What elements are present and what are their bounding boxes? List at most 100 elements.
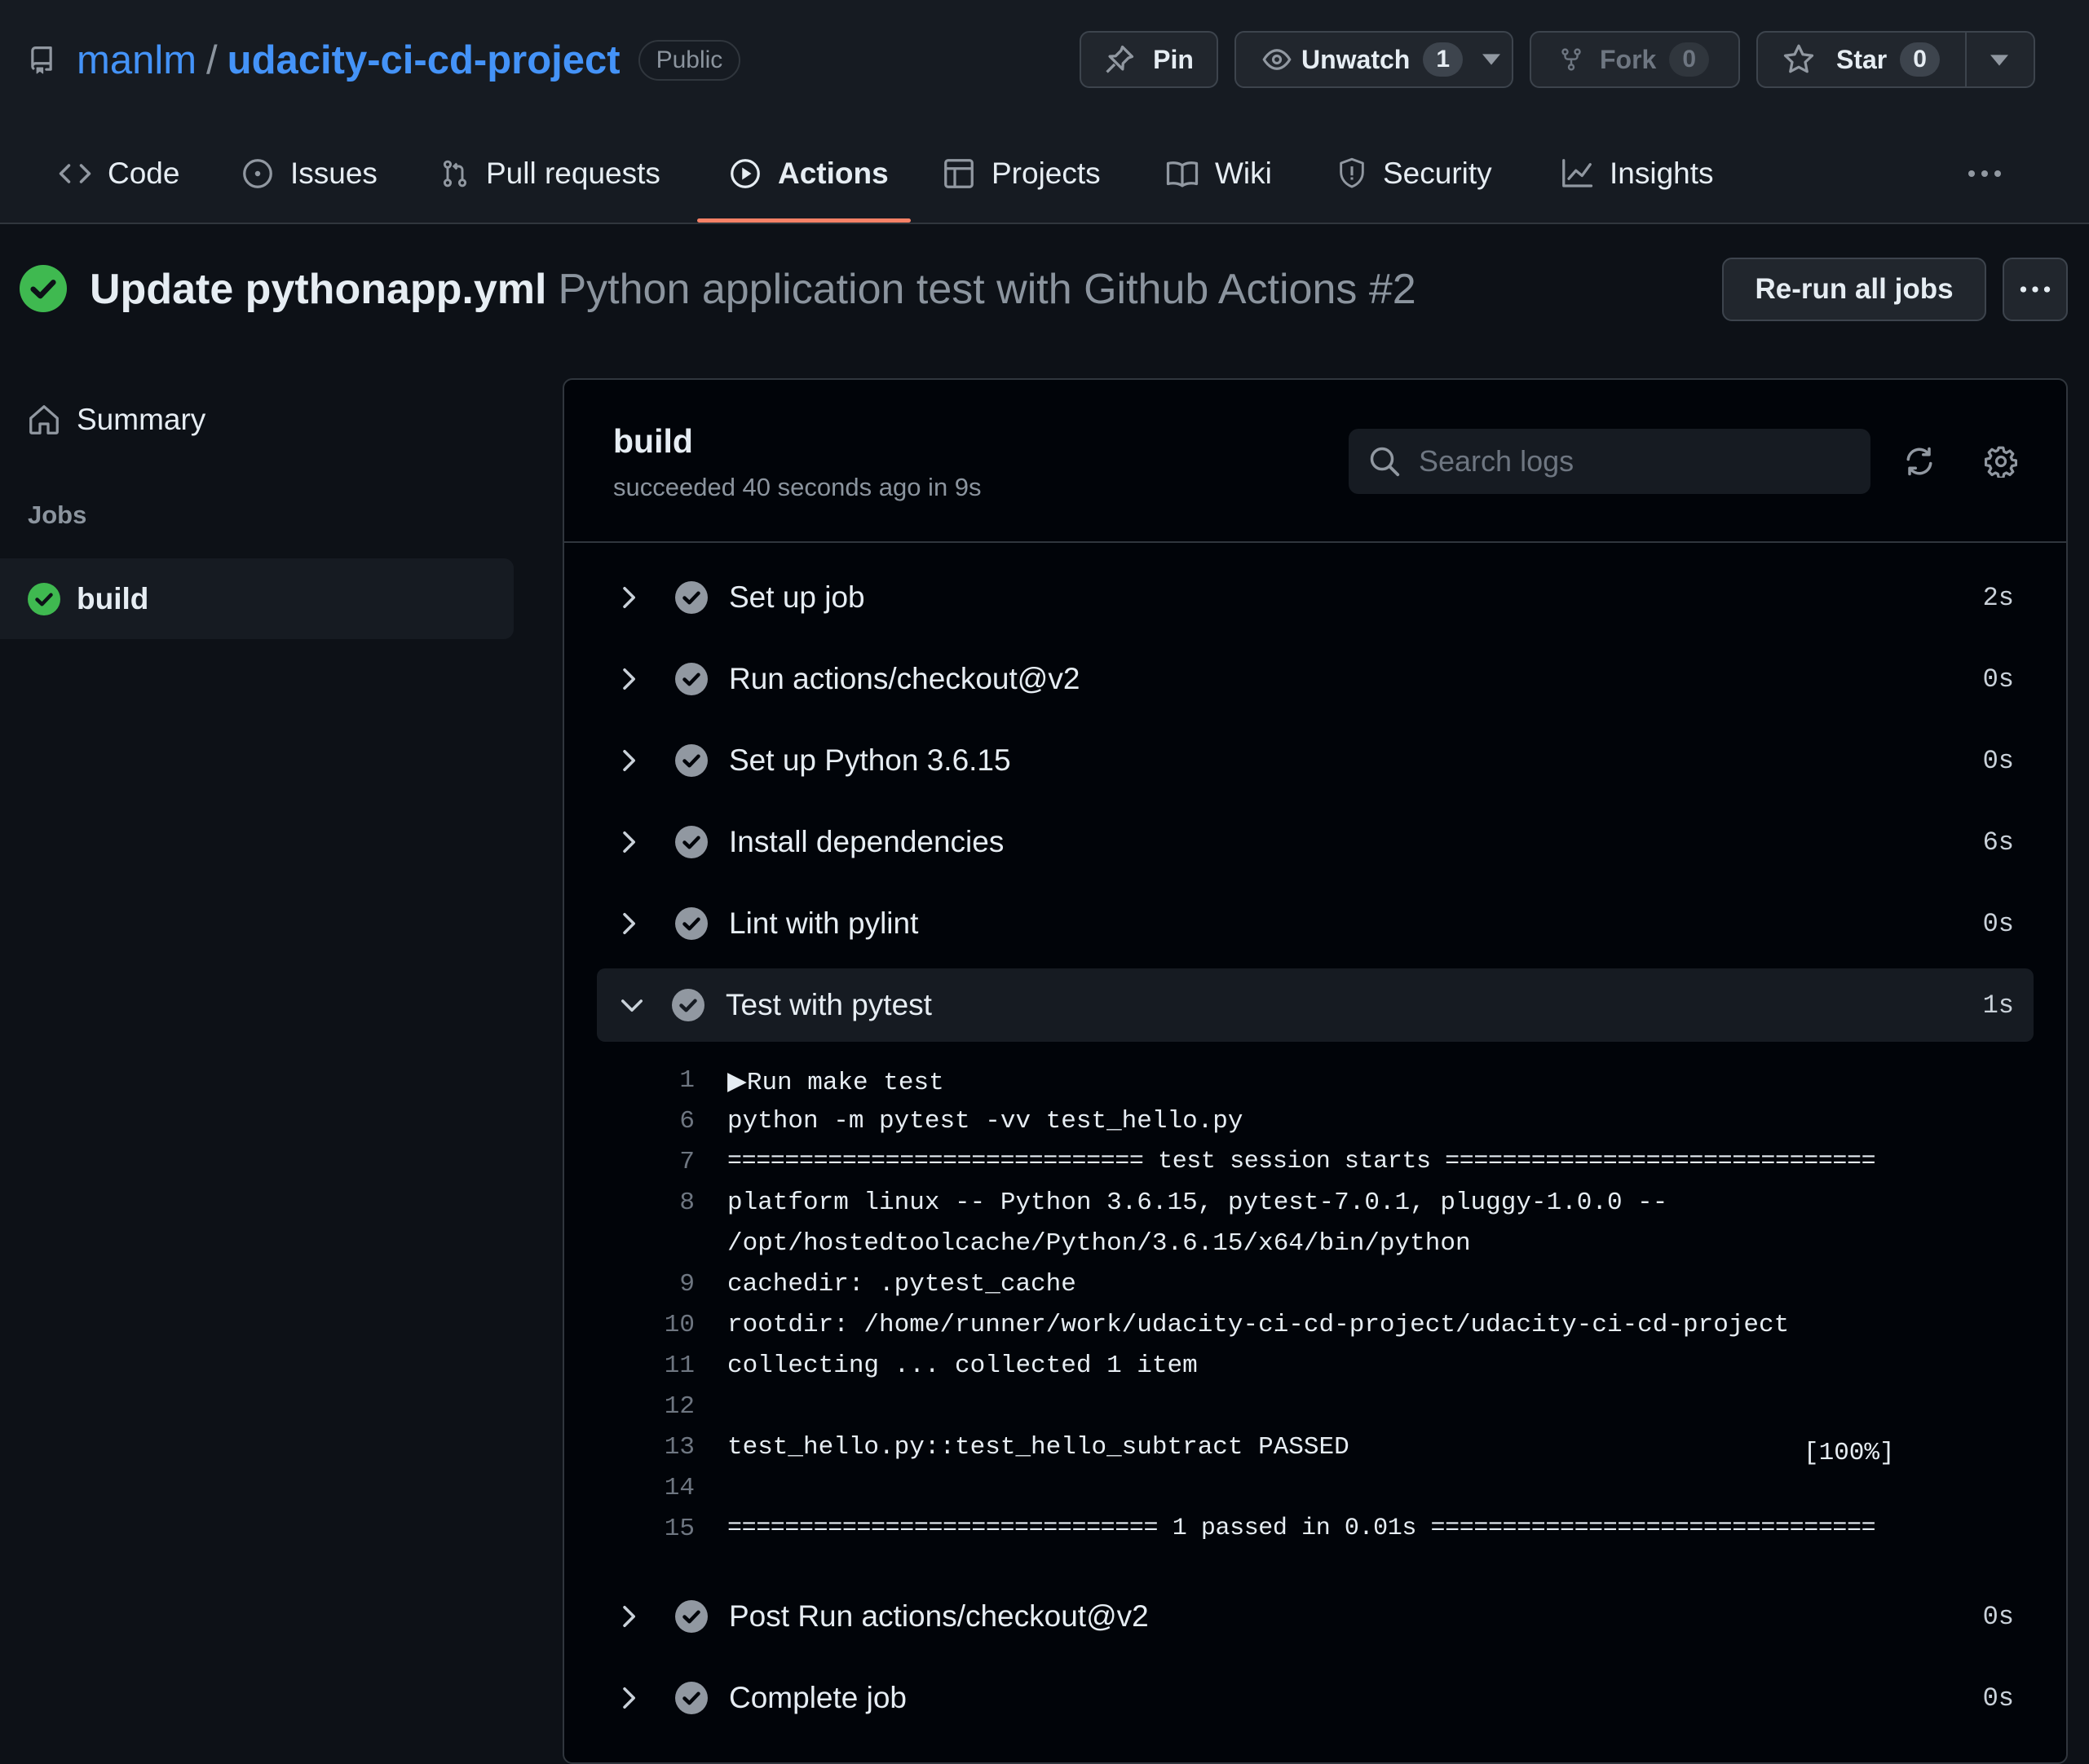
check-circle-icon xyxy=(675,581,708,614)
step-row[interactable]: Run actions/checkout@v2 0s xyxy=(597,642,2034,716)
tab-projects[interactable]: Projects xyxy=(943,147,1101,201)
step-row-expanded[interactable]: Test with pytest 1s xyxy=(597,968,2034,1042)
step-name: Set up job xyxy=(729,580,865,614)
book-icon xyxy=(1166,159,1199,188)
step-duration: 0s xyxy=(1982,1601,2014,1632)
tab-projects-label: Projects xyxy=(992,157,1101,190)
tab-insights[interactable]: Insights xyxy=(1561,147,1714,201)
log-line-number[interactable]: 13 xyxy=(636,1433,695,1474)
repo-name-link[interactable]: udacity-ci-cd-project xyxy=(227,37,621,83)
log-line: 13 test_hello.py::test_hello_subtract PA… xyxy=(636,1433,1349,1474)
tab-issues-label: Issues xyxy=(290,157,378,190)
visibility-badge: Public xyxy=(638,40,741,81)
log-line-number[interactable]: 1 xyxy=(636,1066,695,1107)
log-line-number[interactable]: 14 xyxy=(636,1474,695,1515)
log-line-text: test_hello.py::test_hello_subtract PASSE… xyxy=(727,1433,1349,1462)
star-button-label[interactable]: Star xyxy=(1836,45,1887,75)
fork-button[interactable]: Fork 0 xyxy=(1530,31,1740,88)
kebab-horizontal-icon xyxy=(1967,160,2003,187)
more-tabs-button[interactable] xyxy=(1967,160,2003,192)
log-line-number[interactable]: 6 xyxy=(636,1107,695,1148)
forks-count: 0 xyxy=(1669,42,1710,77)
check-circle-icon xyxy=(675,1600,708,1633)
check-circle-icon xyxy=(672,989,704,1021)
run-more-button[interactable] xyxy=(2003,258,2068,321)
log-line-text: collecting ... collected 1 item xyxy=(727,1352,1198,1380)
tab-code[interactable]: Code xyxy=(59,147,179,201)
tab-pull-requests-label: Pull requests xyxy=(486,157,660,190)
fork-button-label: Fork xyxy=(1600,44,1657,74)
sidebar-jobs-heading: Jobs xyxy=(28,501,87,529)
log-line-number[interactable]: 12 xyxy=(636,1392,695,1433)
unwatch-button[interactable]: Unwatch 1 xyxy=(1234,31,1513,88)
tab-issues[interactable]: Issues xyxy=(241,147,378,201)
log-line-continuation: /opt/hostedtoolcache/Python/3.6.15/x64/b… xyxy=(727,1229,1471,1258)
shield-icon xyxy=(1337,157,1367,190)
step-row[interactable]: Set up Python 3.6.15 0s xyxy=(597,724,2034,797)
refresh-button[interactable] xyxy=(1898,440,1941,483)
log-line: 1 ▶Run make test xyxy=(636,1066,944,1107)
check-circle-icon xyxy=(675,1682,708,1714)
rerun-all-jobs-button[interactable]: Re-run all jobs xyxy=(1722,258,1986,321)
log-line: 15 ============================== 1 pass… xyxy=(636,1515,1876,1555)
graph-icon xyxy=(1561,158,1593,189)
tab-security-label: Security xyxy=(1383,157,1492,190)
code-icon xyxy=(59,161,91,186)
step-name: Install dependencies xyxy=(729,825,1005,858)
chevron-right-icon xyxy=(620,748,647,773)
log-line-number[interactable]: 15 xyxy=(636,1515,695,1555)
step-row[interactable]: Install dependencies 6s xyxy=(597,805,2034,879)
run-title: Update pythonapp.yml Python application … xyxy=(90,261,1416,318)
search-logs-input[interactable] xyxy=(1417,443,1844,479)
tab-actions[interactable]: Actions xyxy=(729,147,889,201)
tab-wiki-label: Wiki xyxy=(1215,157,1272,190)
kebab-horizontal-icon xyxy=(2019,277,2051,302)
settings-button[interactable] xyxy=(1980,440,2022,483)
sidebar-item-build[interactable]: build xyxy=(0,558,514,639)
log-line-number[interactable]: 10 xyxy=(636,1311,695,1352)
sidebar-item-summary[interactable]: Summary xyxy=(28,393,205,447)
log-line-number[interactable]: 7 xyxy=(636,1148,695,1188)
pin-button[interactable]: Pin xyxy=(1080,31,1218,88)
pin-button-label: Pin xyxy=(1153,44,1194,74)
log-group-toggle[interactable]: ▶Run make test xyxy=(727,1066,944,1107)
log-line-text: ============================= test sessi… xyxy=(727,1148,1876,1175)
star-list-caret-icon[interactable] xyxy=(1990,55,2008,66)
log-line-number[interactable]: 11 xyxy=(636,1352,695,1392)
step-row[interactable]: Complete job 0s xyxy=(597,1661,2034,1735)
sidebar-summary-label: Summary xyxy=(77,403,206,436)
search-icon xyxy=(1368,445,1401,478)
step-name: Lint with pylint xyxy=(729,906,919,940)
job-name: build xyxy=(613,422,693,460)
step-duration: 2s xyxy=(1982,582,2014,613)
sync-icon xyxy=(1903,445,1936,478)
tab-wiki[interactable]: Wiki xyxy=(1166,147,1272,201)
log-line-number[interactable]: 8 xyxy=(636,1188,695,1229)
unwatch-button-label: Unwatch xyxy=(1301,44,1411,74)
tab-security[interactable]: Security xyxy=(1337,147,1492,201)
repo-title: manlm / udacity-ci-cd-project Public xyxy=(28,36,741,85)
step-name: Set up Python 3.6.15 xyxy=(729,743,1011,777)
step-duration: 6s xyxy=(1982,827,2014,858)
star-icon xyxy=(1782,43,1815,76)
chevron-right-icon xyxy=(620,911,647,936)
log-line-text: rootdir: /home/runner/work/udacity-ci-cd… xyxy=(727,1311,1790,1339)
chevron-down-icon xyxy=(620,996,647,1014)
star-button-group: Star 0 xyxy=(1756,31,2035,88)
log-line: 10 rootdir: /home/runner/work/udacity-ci… xyxy=(636,1311,1789,1352)
step-duration: 0s xyxy=(1982,908,2014,939)
tab-pull-requests[interactable]: Pull requests xyxy=(440,147,660,201)
log-line-number[interactable]: 9 xyxy=(636,1270,695,1311)
log-line-text: platform linux -- Python 3.6.15, pytest-… xyxy=(727,1188,1668,1217)
test-progress-percent: [100%] xyxy=(1804,1439,1895,1467)
step-name: Test with pytest xyxy=(726,988,932,1021)
eye-icon xyxy=(1261,45,1293,74)
step-row[interactable]: Lint with pylint 0s xyxy=(597,887,2034,960)
run-status-icon xyxy=(20,265,67,312)
step-row[interactable]: Post Run actions/checkout@v2 0s xyxy=(597,1580,2034,1653)
issue-icon xyxy=(241,157,274,190)
repo-owner-link[interactable]: manlm xyxy=(77,37,197,83)
log-line: 14 xyxy=(636,1474,727,1515)
step-row[interactable]: Set up job 2s xyxy=(597,561,2034,634)
home-icon xyxy=(28,404,60,436)
